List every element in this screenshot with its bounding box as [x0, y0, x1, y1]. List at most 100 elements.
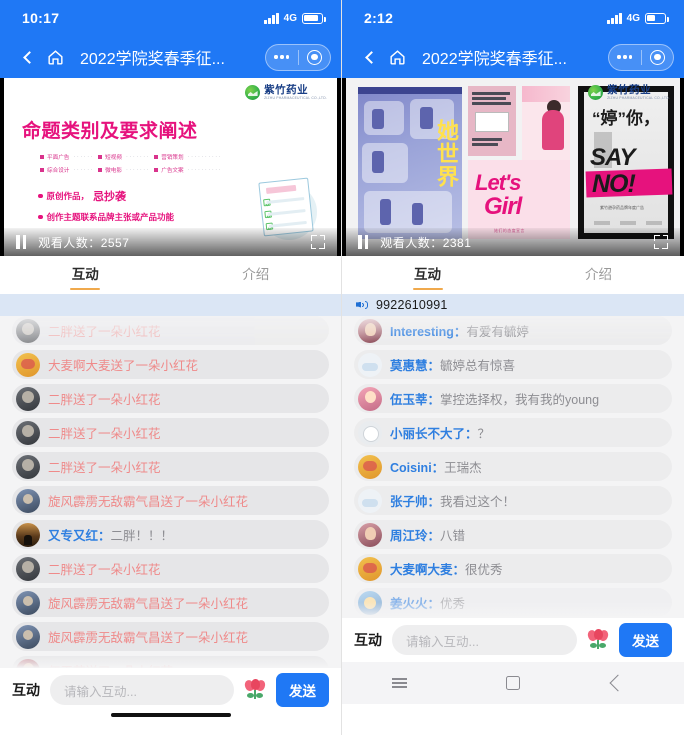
- back-triangle-icon[interactable]: [612, 668, 642, 698]
- avatar: [16, 420, 40, 445]
- chat-row: 又专又红：二胖！！！: [12, 520, 329, 549]
- chat-message: 旋风霹雳无敌霸气昌送了一朵小红花: [48, 593, 248, 612]
- home-icon[interactable]: [384, 48, 410, 67]
- poster-lady: [522, 86, 570, 162]
- back-button[interactable]: [16, 50, 42, 64]
- gift-message-text: 二胖送了一朵小红花: [48, 427, 161, 441]
- phone-screen-right: 2:12 4G 2022学院奖春季征... 紫竹药业 ZIZHU PHARMAC…: [342, 0, 684, 735]
- video-player[interactable]: 紫竹药业 ZIZHU PHARMACEUTICAL CO.,LTD. 她世界 L…: [342, 78, 684, 256]
- chat-row: 伍玉莘：掌控选择权，我有我的young: [354, 384, 672, 413]
- avatar: [16, 488, 40, 513]
- chat-message: 二胖送了一朵小红花: [48, 457, 161, 476]
- chat-row: 二胖送了一朵小红花: [12, 452, 329, 481]
- poster-small-text: 紫竹避孕药品牌年度广告: [600, 205, 644, 210]
- chat-row: 小丽长不大了：？: [354, 418, 672, 447]
- chat-message: 伍玉莘送了一朵小红花: [48, 661, 173, 668]
- home-indicator[interactable]: [110, 713, 231, 717]
- chat-text: 二胖！！！: [110, 529, 174, 543]
- chat-message: 大麦啊大麦送了一朵小红花: [48, 355, 198, 374]
- tab-introduction[interactable]: 介绍: [171, 256, 342, 294]
- category-row-1: 平面广告 ······ 短视频 ······· 营销策划 ··········: [40, 153, 226, 161]
- avatar: [358, 454, 382, 479]
- chat-row: Coisini：王瑞杰: [354, 452, 672, 481]
- avatar: [358, 488, 382, 513]
- poster-no: NO!: [592, 170, 636, 198]
- message-input[interactable]: 请输入互动...: [50, 675, 234, 705]
- chat-list: Interesting：有爱有毓婷莫惠慧：毓婷总有惊喜伍玉莘：掌控选择权，我有我…: [342, 316, 684, 617]
- chat-message: 旋风霹雳无敌霸气昌送了一朵小红花: [48, 627, 248, 646]
- message-input[interactable]: 请输入互动...: [392, 625, 577, 655]
- announcement-text: 9922610991: [376, 298, 448, 312]
- phone-screen-left: 10:17 4G 2022学院奖春季征... 紫竹药业 ZIZHU PHARMA…: [0, 0, 342, 735]
- avatar: [16, 318, 40, 343]
- mini-program-capsule[interactable]: [608, 43, 674, 71]
- pause-icon[interactable]: [16, 235, 27, 249]
- tab-bar: 互动 介绍: [0, 256, 341, 294]
- square-home-icon[interactable]: [498, 668, 528, 698]
- chat-list: 二胖送了一朵小红花 大麦啊大麦送了一朵小红花 二胖送了一朵小红花 二胖送了一朵小红花二…: [0, 316, 341, 668]
- app-nav-bar: 2022学院奖春季征...: [342, 36, 684, 78]
- chat-message: 旋风霹雳无敌霸气昌送了一朵小红花: [48, 491, 248, 510]
- chat-message: 莫惠慧：毓婷总有惊喜: [390, 355, 515, 374]
- chat-list-container[interactable]: 二胖送了一朵小红花 大麦啊大麦送了一朵小红花 二胖送了一朵小红花 二胖送了一朵小红花二…: [0, 316, 341, 668]
- tab-introduction[interactable]: 介绍: [513, 256, 684, 294]
- home-icon[interactable]: [42, 48, 68, 67]
- chat-row: 周江玲：八错: [354, 520, 672, 549]
- announcement-banner: [0, 294, 341, 316]
- flower-icon[interactable]: [243, 678, 267, 701]
- poster-line-2: Girl: [484, 193, 522, 220]
- chat-username: 小丽长不大了：: [390, 427, 478, 441]
- gift-message-text: 旋风霹雳无敌霸气昌送了一朵小红花: [48, 495, 249, 509]
- fullscreen-icon[interactable]: [654, 235, 668, 249]
- send-button[interactable]: 发送: [619, 623, 672, 657]
- avatar: [358, 522, 382, 547]
- bullet-2: 创作主题联系品牌主张或产品功能: [38, 211, 174, 223]
- video-player[interactable]: 紫竹药业 ZIZHU PHARMACEUTICAL CO.,LTD. 命题类别及…: [0, 78, 341, 256]
- chat-username: Coisini：: [390, 461, 445, 475]
- pause-icon[interactable]: [358, 235, 369, 249]
- video-control-bar[interactable]: 观看人数：2381: [346, 228, 680, 256]
- chat-list-container[interactable]: Interesting：有爱有毓婷莫惠慧：毓婷总有惊喜伍玉莘：掌控选择权，我有我…: [342, 316, 684, 618]
- chat-username: 大麦啊大麦：: [390, 563, 466, 577]
- target-icon[interactable]: [298, 49, 330, 65]
- poster-say-no: “婷”你， SAY NO! 紫竹避孕药品牌年度广告: [578, 86, 674, 239]
- video-control-bar[interactable]: 观看人数：2557: [4, 228, 337, 256]
- chat-message: 小丽长不大了：？: [390, 423, 490, 442]
- back-button[interactable]: [358, 50, 384, 64]
- android-navigation-bar: [342, 662, 684, 704]
- chat-message: 大麦啊大麦：很优秀: [390, 559, 503, 578]
- input-label: 互动: [12, 682, 40, 698]
- chat-text: ？: [477, 427, 491, 441]
- chat-row: Interesting：有爱有毓婷: [354, 316, 672, 345]
- slide-title: 命题类别及要求阐述: [22, 121, 198, 142]
- status-indicators: 4G: [264, 12, 326, 24]
- mini-program-capsule[interactable]: [265, 43, 331, 71]
- brand-subtitle: ZIZHU PHARMACEUTICAL CO.,LTD.: [607, 96, 670, 101]
- poster-say: SAY: [590, 144, 636, 171]
- gift-message-text: 旋风霹雳无敌霸气昌送了一朵小红花: [48, 597, 249, 611]
- chat-message: 二胖送了一朵小红花: [48, 321, 161, 340]
- brand-logo: 紫竹药业 ZIZHU PHARMACEUTICAL CO.,LTD.: [245, 84, 327, 100]
- viewer-count: 观看人数：2381: [380, 235, 472, 250]
- flower-icon[interactable]: [586, 628, 610, 651]
- slide-category-list: 平面广告 ······ 短视频 ······· 营销策划 ·········· 综合设…: [40, 153, 226, 179]
- message-input-bar: 互动 请输入互动... 发送: [0, 668, 341, 712]
- avatar: [358, 420, 382, 445]
- fullscreen-icon[interactable]: [311, 235, 325, 249]
- message-input-bar: 互动 请输入互动... 发送: [342, 618, 684, 662]
- chat-message: 二胖送了一朵小红花: [48, 559, 161, 578]
- status-bar: 2:12 4G: [342, 0, 684, 36]
- tab-interaction[interactable]: 互动: [342, 256, 513, 294]
- more-dots-icon[interactable]: [266, 55, 298, 59]
- more-dots-icon[interactable]: [609, 55, 641, 59]
- avatar: [16, 556, 40, 581]
- viewer-count: 观看人数：2557: [38, 235, 130, 250]
- chat-username: 莫惠慧：: [390, 359, 441, 373]
- send-button[interactable]: 发送: [276, 673, 329, 707]
- target-icon[interactable]: [641, 49, 673, 65]
- tab-interaction[interactable]: 互动: [0, 256, 171, 294]
- bullet-1: 原创作品， 忌抄袭: [38, 188, 174, 204]
- avatar: [16, 522, 40, 547]
- menu-icon[interactable]: [384, 668, 414, 698]
- poster-her-world: 她世界: [358, 87, 462, 239]
